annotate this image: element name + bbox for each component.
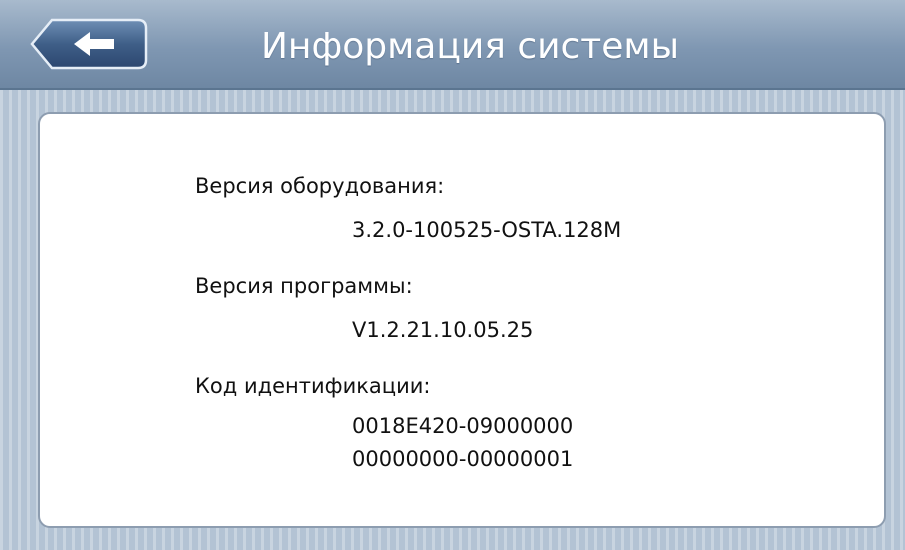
page-title: Информация системы — [260, 26, 680, 67]
identification-code-label: Код идентификации: — [195, 374, 431, 398]
title-bar: Информация системы — [0, 0, 905, 90]
back-arrow-icon — [30, 18, 148, 70]
hardware-version-value: 3.2.0-100525-OSTA.128M — [352, 218, 622, 242]
identification-code-line2: 00000000-00000001 — [352, 447, 574, 471]
hardware-version-label: Версия оборудования: — [195, 174, 445, 198]
software-version-value: V1.2.21.10.05.25 — [352, 318, 534, 342]
identification-code-line1: 0018E420-09000000 — [352, 414, 574, 438]
back-button[interactable] — [30, 18, 148, 70]
software-version-label: Версия программы: — [195, 274, 413, 298]
info-panel: Версия оборудования: 3.2.0-100525-OSTA.1… — [38, 112, 886, 528]
